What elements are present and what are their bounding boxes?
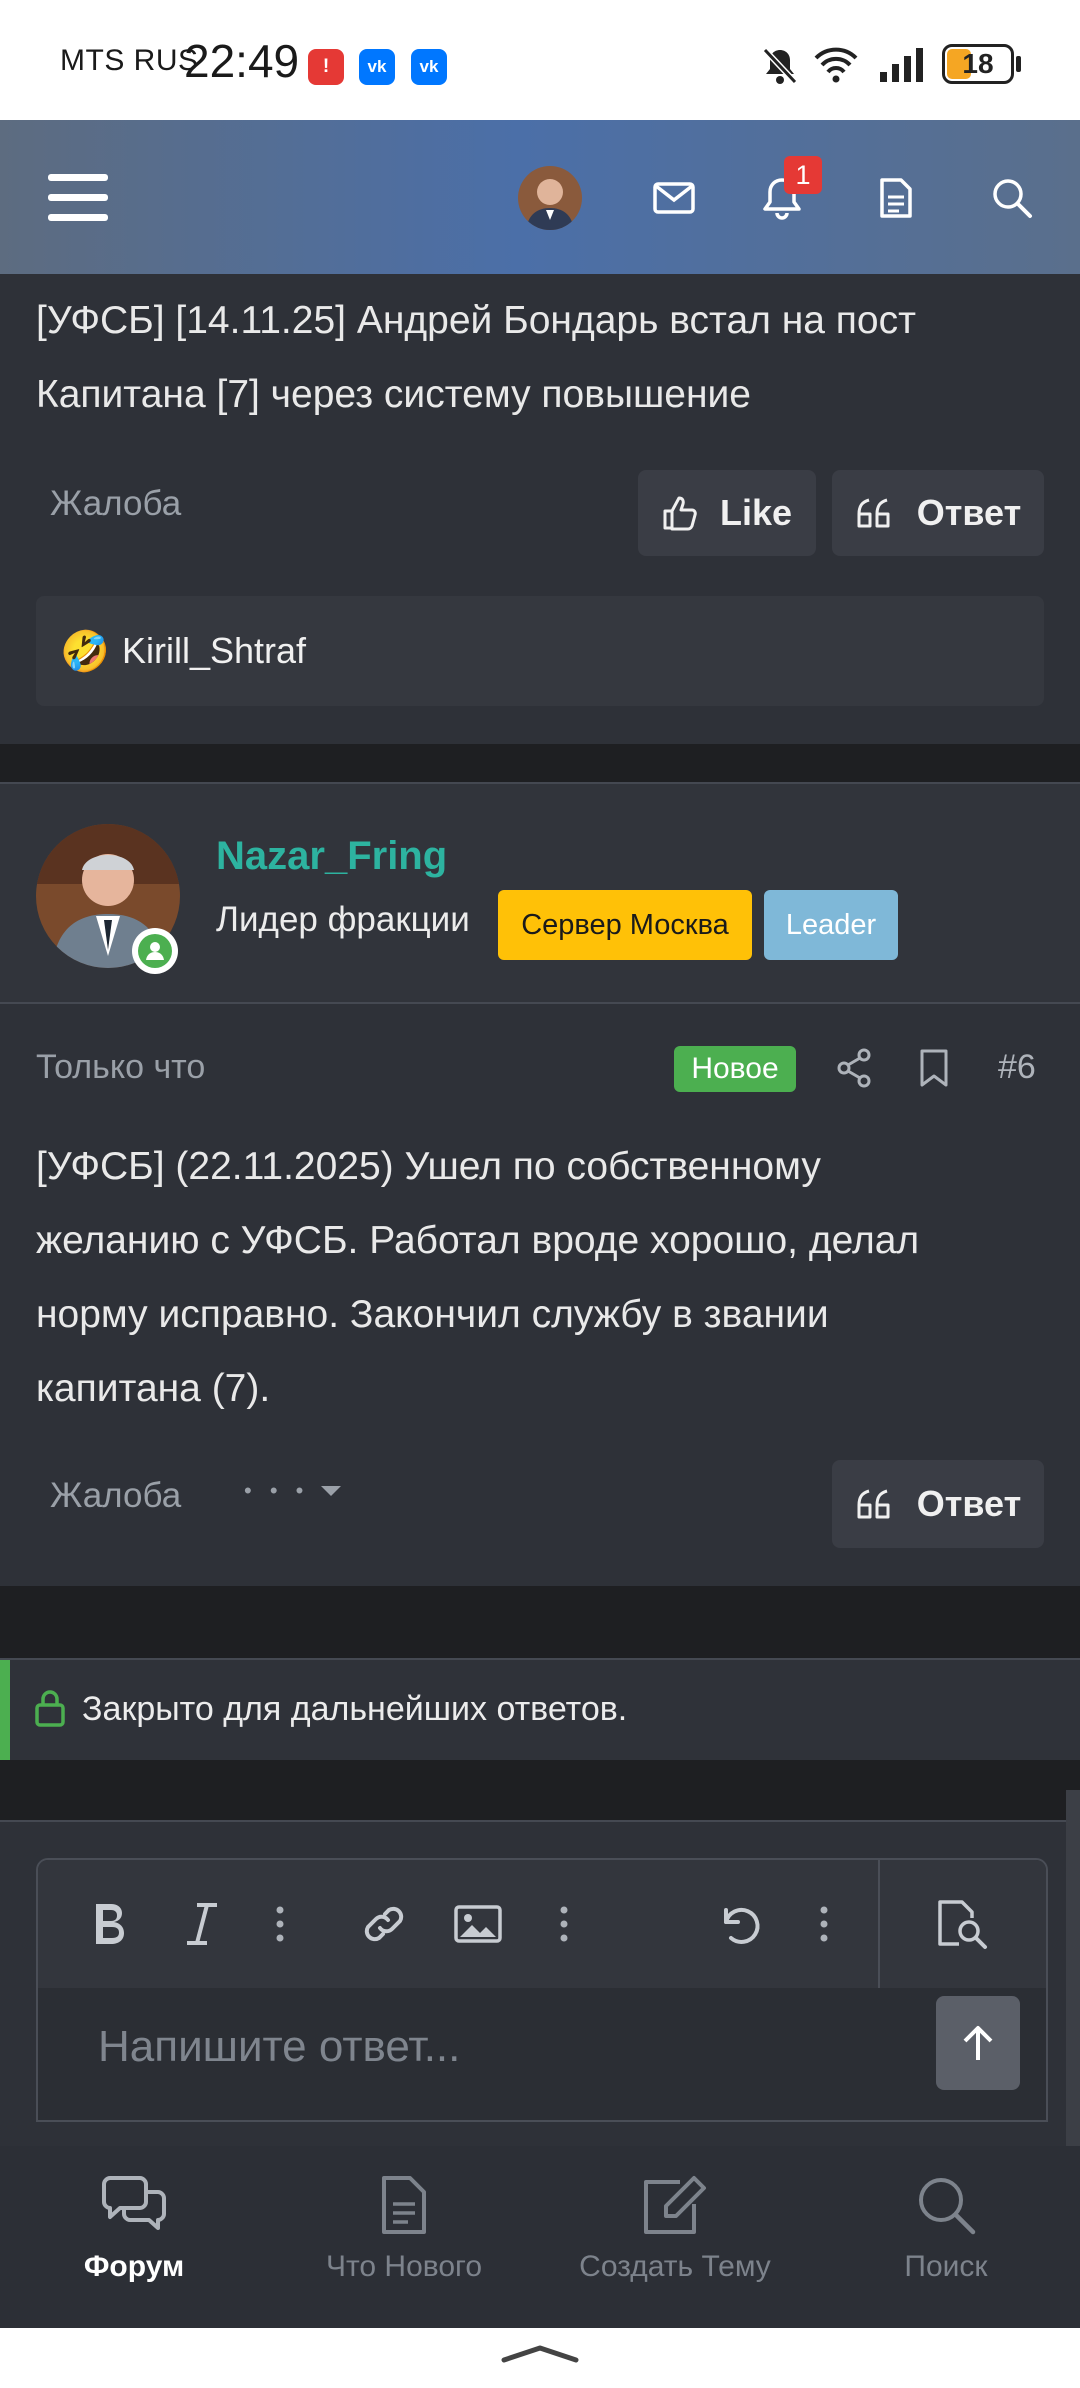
nav-whats-new[interactable]: Что Нового bbox=[304, 2146, 504, 2328]
nav-forum[interactable]: Форум bbox=[34, 2146, 234, 2328]
gesture-handle-icon[interactable] bbox=[500, 2342, 580, 2364]
vk-icon: vk bbox=[359, 49, 395, 85]
link-icon[interactable] bbox=[352, 1860, 416, 1988]
closed-notice-text: Закрыто для дальнейших ответов. bbox=[82, 1690, 628, 1728]
undo-icon[interactable] bbox=[708, 1860, 772, 1988]
report-link[interactable]: Жалоба bbox=[50, 484, 181, 524]
reply-label: Ответ bbox=[916, 492, 1022, 533]
nav-label: Форум bbox=[83, 2250, 185, 2283]
post-author-block: Nazar_Fring Лидер фракции Сервер Москва … bbox=[0, 782, 1080, 1004]
search-icon[interactable] bbox=[984, 170, 1040, 226]
previous-post: [УФСБ] [14.11.25] Андрей Бондарь встал н… bbox=[0, 274, 1080, 744]
reply-input[interactable]: Напишите ответ... bbox=[98, 2022, 460, 2072]
preview-icon[interactable] bbox=[928, 1860, 998, 1988]
menu-icon[interactable] bbox=[40, 160, 116, 236]
signal-icon bbox=[878, 46, 928, 84]
scroll-to-top-button[interactable] bbox=[936, 1996, 1020, 2090]
mail-icon[interactable] bbox=[646, 170, 702, 226]
like-label: Like bbox=[719, 492, 793, 533]
toolbar-divider bbox=[878, 1860, 880, 1988]
quote-icon bbox=[857, 498, 890, 528]
post-number[interactable]: #6 bbox=[998, 1048, 1036, 1087]
post-body: [УФСБ] [14.11.25] Андрей Бондарь встал н… bbox=[36, 284, 1056, 432]
reaction-user[interactable]: Kirill_Shtraf bbox=[122, 630, 306, 672]
closed-accent-bar bbox=[0, 1660, 10, 1760]
post-body: [УФСБ] (22.11.2025) Ушел по собственному… bbox=[36, 1130, 1056, 1426]
post-text-line: [УФСБ] (22.11.2025) Ушел по собственному bbox=[36, 1145, 821, 1188]
post-text-line: [УФСБ] [14.11.25] Андрей Бондарь встал н… bbox=[36, 299, 916, 342]
battery-level: 18 bbox=[962, 48, 994, 79]
battery-tip bbox=[1016, 56, 1021, 72]
nav-label: Что Нового bbox=[325, 2250, 483, 2283]
more-icon[interactable] bbox=[260, 1860, 300, 1988]
forum-header: 1 bbox=[0, 120, 1080, 274]
status-clock: 22:49 bbox=[184, 35, 300, 87]
like-button[interactable]: Like bbox=[638, 470, 816, 556]
author-role: Лидер фракции bbox=[216, 900, 470, 939]
post-text-line: норму исправно. Закончил службу в звании bbox=[36, 1293, 829, 1336]
avatar[interactable] bbox=[518, 166, 582, 230]
image-icon[interactable] bbox=[446, 1860, 510, 1988]
bottom-navigation: Форум Что Нового Создать Тему Поиск bbox=[0, 2146, 1080, 2328]
carrier-name: MTS RUS bbox=[60, 44, 199, 77]
more-dots: • • • bbox=[244, 1478, 310, 1503]
quote-icon bbox=[857, 1489, 890, 1519]
lock-icon bbox=[34, 1688, 66, 1728]
new-badge: Новое bbox=[674, 1046, 796, 1092]
arrow-up-icon bbox=[963, 2026, 993, 2060]
nav-label: Создать Тему bbox=[579, 2250, 771, 2283]
italic-icon[interactable] bbox=[170, 1860, 234, 1988]
search-icon bbox=[919, 2178, 976, 2235]
system-gesture-bar bbox=[0, 2328, 1080, 2388]
reply-label: Ответ bbox=[916, 1483, 1022, 1524]
post-text-line: желанию с УФСБ. Работал вроде хорошо, де… bbox=[36, 1219, 920, 1262]
document-icon bbox=[382, 2176, 426, 2234]
post-6: Только что Новое #6 [УФСБ] (22.11.2025) … bbox=[0, 1002, 1080, 1588]
nav-create-topic[interactable]: Создать Тему bbox=[564, 2146, 786, 2328]
post-time[interactable]: Только что bbox=[36, 1048, 205, 1087]
thumbs-up-icon bbox=[663, 496, 697, 531]
status-bar: MTS RUS 22:49 ! vk vk 18 bbox=[0, 0, 1080, 120]
section-gap bbox=[0, 1586, 1080, 1658]
reply-editor: Напишите ответ... bbox=[36, 1858, 1048, 2122]
battery-icon: 18 bbox=[942, 44, 1014, 84]
server-badge: Сервер Москва bbox=[498, 890, 752, 960]
report-link[interactable]: Жалоба bbox=[50, 1476, 181, 1516]
reactions-bar[interactable]: 🤣 Kirill_Shtraf bbox=[36, 596, 1044, 706]
document-icon[interactable] bbox=[868, 170, 924, 226]
share-icon[interactable] bbox=[836, 1048, 872, 1088]
reaction-emoji: 🤣 bbox=[60, 630, 110, 674]
wifi-icon bbox=[812, 46, 860, 84]
closed-notice: Закрыто для дальнейших ответов. bbox=[0, 1658, 1080, 1762]
bookmark-icon[interactable] bbox=[918, 1048, 950, 1088]
chat-bubbles-icon bbox=[102, 2176, 166, 2230]
reply-button[interactable]: Ответ bbox=[832, 1460, 1044, 1548]
post-text-line: капитана (7). bbox=[36, 1367, 271, 1410]
reply-button[interactable]: Ответ bbox=[832, 470, 1044, 556]
post-separator bbox=[0, 744, 1080, 782]
caret-down-icon bbox=[321, 1486, 342, 1496]
mute-bell-icon bbox=[762, 46, 798, 86]
author-name[interactable]: Nazar_Fring bbox=[216, 834, 447, 879]
more-icon[interactable] bbox=[544, 1860, 584, 1988]
more-actions-toggle[interactable]: • • • bbox=[244, 1478, 343, 1504]
nav-search[interactable]: Поиск bbox=[846, 2146, 1046, 2328]
vk-icon: vk bbox=[411, 49, 447, 85]
notification-count-badge: 1 bbox=[784, 156, 822, 194]
online-status-icon bbox=[132, 928, 178, 974]
post-text-line: Капитана [7] через систему повышение bbox=[36, 373, 751, 416]
section-gap bbox=[0, 1760, 1080, 1820]
alert-app-icon: ! bbox=[308, 49, 344, 85]
leader-badge: Leader bbox=[764, 890, 898, 960]
more-icon[interactable] bbox=[804, 1860, 844, 1988]
edit-icon bbox=[644, 2176, 706, 2234]
nav-label: Поиск bbox=[904, 2250, 988, 2283]
bold-icon[interactable] bbox=[78, 1860, 142, 1988]
